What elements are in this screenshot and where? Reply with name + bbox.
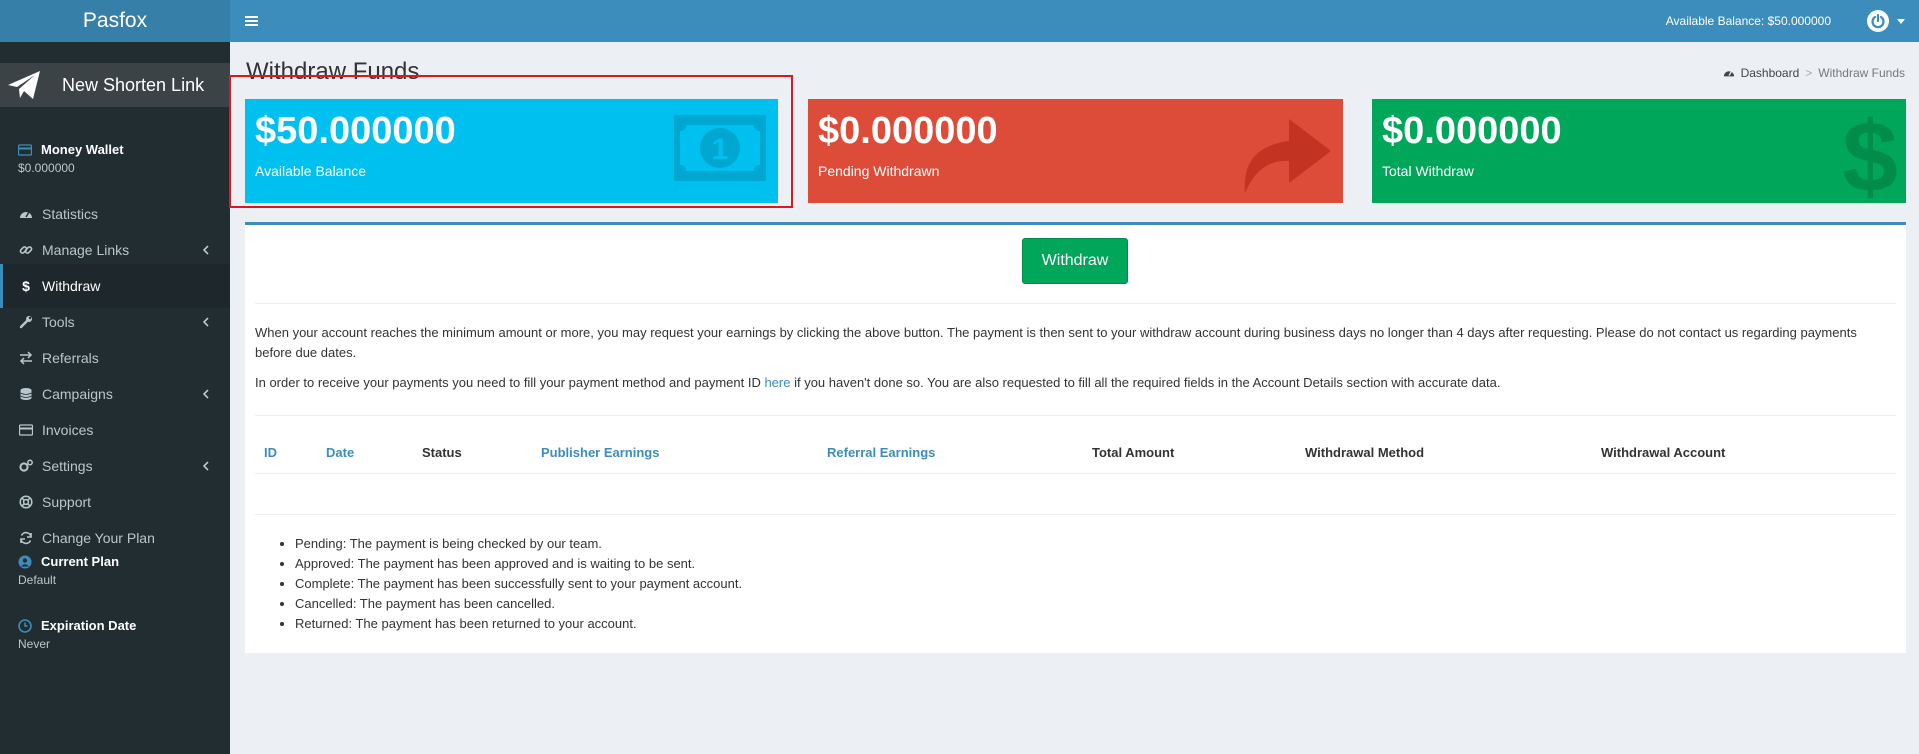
sidebar-item-label: Settings (42, 458, 93, 474)
new-shorten-link-label: New Shorten Link (62, 74, 205, 95)
withdraw-button[interactable]: Withdraw (1022, 238, 1128, 284)
new-shorten-link-button[interactable]: New Shorten Link (0, 63, 230, 107)
gears-icon (18, 459, 33, 474)
dashboard-icon (18, 207, 33, 222)
database-icon (18, 387, 33, 402)
app-logo[interactable]: Pasfox (0, 0, 230, 42)
column-header-status: Status (422, 445, 462, 460)
payment-info-text-end: if you haven't done so. You are also req… (790, 375, 1501, 390)
withdraw-panel: Withdraw When your account reaches the m… (245, 222, 1906, 653)
table-header-divider (255, 473, 1896, 474)
expiration-date: Expiration Date Never (0, 618, 230, 651)
pending-withdrawn-label: Pending Withdrawn (818, 163, 940, 179)
expiration-date-value: Never (18, 637, 51, 651)
exchange-icon (18, 351, 33, 366)
column-header-withdrawal-method: Withdrawal Method (1305, 445, 1425, 460)
sidebar-item-label: Support (42, 494, 92, 510)
payment-info-text-start: In order to receive your payments you ne… (255, 375, 765, 390)
column-header-total-amount: Total Amount (1092, 445, 1175, 460)
sidebar-item-label: Manage Links (42, 242, 130, 258)
chevron-down-icon[interactable] (1897, 18, 1905, 24)
paper-plane-icon (0, 63, 48, 107)
sidebar-toggle-icon[interactable] (230, 0, 272, 42)
money-wallet-title: Money Wallet (41, 142, 124, 157)
user-circle-icon (18, 555, 32, 569)
svg-text:$: $ (22, 279, 30, 293)
divider (255, 303, 1896, 304)
link-icon (18, 243, 33, 258)
divider (255, 415, 1896, 416)
svg-text:$: $ (1842, 101, 1898, 203)
credit-card-icon (18, 143, 32, 157)
sidebar: New Shorten Link Money Wallet $0.000000 … (0, 42, 230, 754)
legend-item-cancelled: Cancelled: The payment has been cancelle… (295, 594, 742, 614)
life-ring-icon (18, 495, 33, 510)
top-navbar: Available Balance: $50.000000 (230, 0, 1919, 42)
sidebar-item-label: Referrals (42, 350, 99, 366)
dollar-icon: $ (18, 279, 33, 294)
refresh-icon (18, 531, 33, 546)
power-icon[interactable] (1867, 10, 1889, 32)
sidebar-item-label: Withdraw (42, 278, 101, 294)
sidebar-item-label: Campaigns (42, 386, 113, 402)
sidebar-item-label: Change Your Plan (42, 530, 155, 546)
payment-info-text: In order to receive your payments you ne… (255, 373, 1886, 393)
breadcrumb-dashboard-link[interactable]: Dashboard (1741, 66, 1800, 80)
column-header-date[interactable]: Date (326, 445, 354, 460)
clock-icon (18, 618, 32, 633)
highlight-box (229, 75, 793, 208)
current-plan-title: Current Plan (41, 554, 120, 569)
sidebar-item-label: Tools (42, 314, 75, 330)
legend-item-pending: Pending: The payment is being checked by… (295, 534, 742, 554)
legend-item-approved: Approved: The payment has been approved … (295, 554, 742, 574)
pending-withdrawn-amount: $0.000000 (818, 110, 998, 152)
total-withdraw-amount: $0.000000 (1382, 110, 1562, 152)
money-wallet: Money Wallet $0.000000 (0, 142, 230, 175)
column-header-publisher-earnings[interactable]: Publisher Earnings (541, 445, 659, 460)
current-plan: Current Plan Default (0, 554, 230, 587)
total-withdraw-label: Total Withdraw (1382, 163, 1474, 179)
breadcrumb-separator: > (1805, 66, 1813, 80)
chevron-left-icon (202, 389, 209, 399)
breadcrumb: Dashboard > Withdraw Funds (1723, 66, 1905, 80)
user-menu[interactable] (1867, 0, 1905, 42)
withdraw-info-text: When your account reaches the minimum am… (255, 325, 1857, 360)
column-header-withdrawal-account: Withdrawal Account (1601, 445, 1726, 460)
payment-method-link[interactable]: here (764, 375, 790, 390)
chevron-left-icon (202, 461, 209, 471)
total-withdraw-box: $0.000000 Total Withdraw $ (1372, 99, 1906, 203)
breadcrumb-current: Withdraw Funds (1818, 66, 1905, 80)
chevron-left-icon (202, 245, 209, 255)
divider (255, 514, 1896, 515)
expiration-date-title: Expiration Date (41, 618, 137, 633)
header-available-balance: Available Balance: $50.000000 (1665, 14, 1831, 28)
credit-card-icon (18, 423, 33, 438)
column-header-id[interactable]: ID (264, 445, 277, 460)
money-wallet-value: $0.000000 (18, 161, 75, 175)
status-legend: Pending: The payment is being checked by… (295, 534, 742, 634)
sidebar-item-label: Invoices (42, 422, 94, 438)
chevron-left-icon (202, 317, 209, 327)
pending-withdrawn-box: $0.000000 Pending Withdrawn (808, 99, 1343, 203)
legend-item-complete: Complete: The payment has been successfu… (295, 574, 742, 594)
dashboard-icon (1723, 70, 1734, 77)
wrench-icon (18, 315, 33, 330)
current-plan-value: Default (18, 573, 57, 587)
share-arrow-icon (1244, 119, 1331, 193)
dollar-icon: $ (1842, 101, 1898, 203)
legend-item-returned: Returned: The payment has been returned … (295, 614, 742, 634)
sidebar-item-label: Statistics (42, 206, 99, 222)
column-header-referral-earnings[interactable]: Referral Earnings (827, 445, 935, 460)
